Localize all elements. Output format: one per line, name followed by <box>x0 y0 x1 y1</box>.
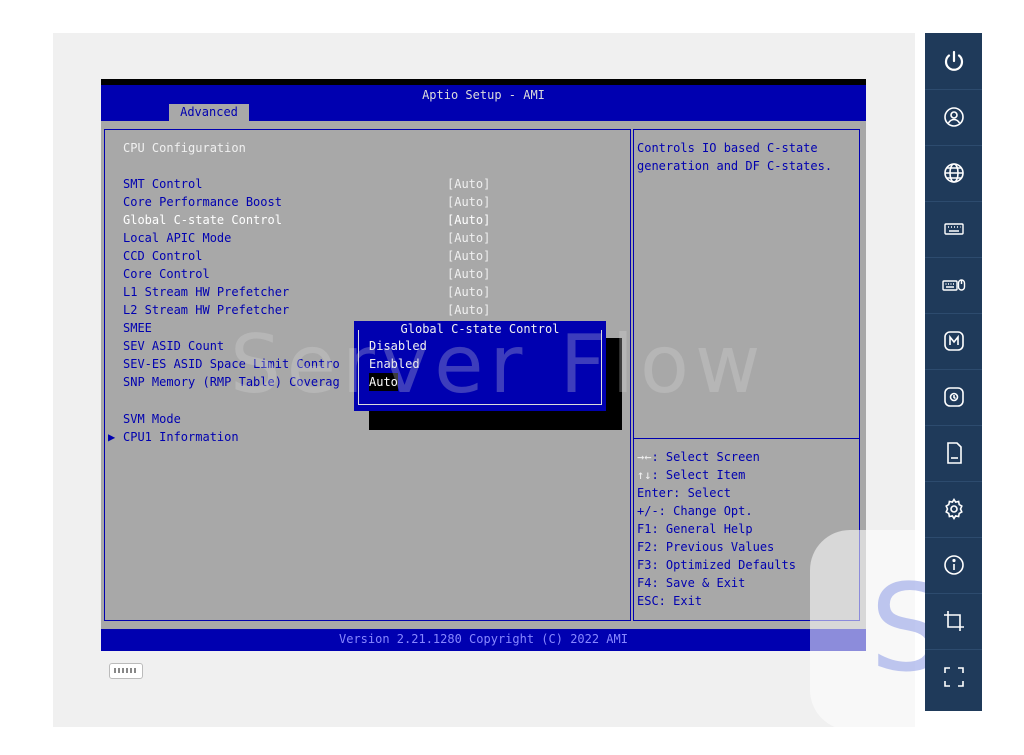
power-icon[interactable] <box>925 33 982 90</box>
help-text-line: generation and DF C-states. <box>637 159 833 173</box>
setting-sev-asid-count[interactable]: SEV ASID Count <box>123 337 224 355</box>
setting-value: [Auto] <box>447 177 491 191</box>
key-hint-enter: Enter: Select <box>637 486 731 500</box>
bios-header: Aptio Setup - AMI Advanced <box>101 85 866 121</box>
bios-title: Aptio Setup - AMI <box>422 88 545 102</box>
setting-value: [Auto] <box>447 285 491 299</box>
kvm-toolbar <box>925 33 982 711</box>
section-title: CPU Configuration <box>123 141 246 155</box>
setting-value: [Auto] <box>447 249 491 263</box>
key-hint-f4: F4: Save & Exit <box>637 576 746 590</box>
key-hint-change-opt: +/-: Change Opt. <box>637 504 753 518</box>
setting-core-performance-boost[interactable]: Core Performance Boost <box>123 193 282 211</box>
key-hint-select-item: ↑↓: Select Item <box>637 468 746 482</box>
setting-ccd-control[interactable]: CCD Control <box>123 247 202 265</box>
fullscreen-icon[interactable] <box>925 649 982 705</box>
option-enabled[interactable]: Enabled <box>369 355 420 373</box>
setting-local-apic-mode[interactable]: Local APIC Mode <box>123 229 231 247</box>
popup-title: Global C-state Control <box>354 322 606 336</box>
key-hint-f2: F2: Previous Values <box>637 540 775 554</box>
setting-svm-mode[interactable]: SVM Mode <box>123 410 181 428</box>
macro-icon[interactable] <box>925 313 982 370</box>
setting-global-c-state-control[interactable]: Global C-state Control <box>123 211 282 229</box>
option-disabled[interactable]: Disabled <box>369 337 427 355</box>
setting-value: [Auto] <box>447 303 491 317</box>
setting-value: [Auto] <box>447 267 491 281</box>
virtual-keyboard-icon[interactable] <box>109 663 143 679</box>
setting-smt-control[interactable]: SMT Control <box>123 175 202 193</box>
option-popup[interactable]: Global C-state Control Disabled Enabled … <box>354 321 606 411</box>
setting-sev-es-asid-space-limit[interactable]: SEV-ES ASID Space Limit Contro <box>123 355 340 373</box>
tab-advanced[interactable]: Advanced <box>169 104 249 121</box>
bios-footer-bar: Version 2.21.1280 Copyright (C) 2022 AMI <box>101 629 866 651</box>
setting-l2-stream-hw-prefetcher[interactable]: L2 Stream HW Prefetcher <box>123 301 289 319</box>
submenu-cpu1-information[interactable]: CPU1 Information <box>123 428 239 446</box>
key-hint-f3: F3: Optimized Defaults <box>637 558 796 572</box>
keyboard-mouse-icon[interactable] <box>925 257 982 314</box>
setting-smee[interactable]: SMEE <box>123 319 152 337</box>
setting-value: [Auto] <box>447 231 491 245</box>
setting-l1-stream-hw-prefetcher[interactable]: L1 Stream HW Prefetcher <box>123 283 289 301</box>
help-text-line: Controls IO based C-state <box>637 141 818 155</box>
globe-icon[interactable] <box>925 145 982 202</box>
setting-value: [Auto] <box>447 195 491 209</box>
setting-snp-memory-coverage[interactable]: SNP Memory (RMP Table) Coverag <box>123 373 340 391</box>
settings-icon[interactable] <box>925 481 982 538</box>
mount-icon[interactable] <box>925 369 982 426</box>
setting-value: [Auto] <box>447 213 491 227</box>
bios-version: Version 2.21.1280 Copyright (C) 2022 AMI <box>339 632 628 646</box>
key-hint-select-screen: →←: Select Screen <box>637 450 760 464</box>
keyboard-icon[interactable] <box>925 201 982 258</box>
help-divider <box>634 438 859 439</box>
crop-icon[interactable] <box>925 593 982 650</box>
key-hint-esc: ESC: Exit <box>637 594 703 608</box>
info-icon[interactable] <box>925 537 982 594</box>
setting-core-control[interactable]: Core Control <box>123 265 210 283</box>
bios-screen[interactable]: Aptio Setup - AMI Advanced CPU Configura… <box>101 79 866 651</box>
submenu-arrow-icon: ▶ <box>108 430 116 444</box>
user-icon[interactable] <box>925 89 982 146</box>
option-auto[interactable]: Auto <box>369 373 398 391</box>
key-hint-f1: F1: General Help <box>637 522 753 536</box>
sd-card-icon[interactable] <box>925 425 982 482</box>
